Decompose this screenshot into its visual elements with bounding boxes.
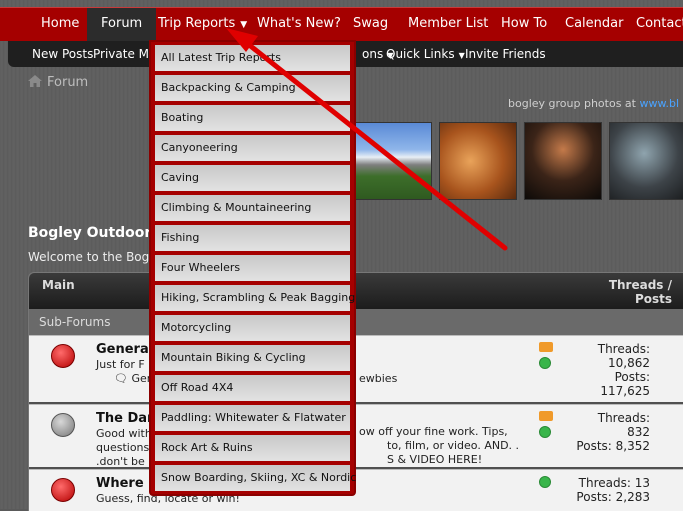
column-main: Main: [42, 278, 75, 292]
forum-stats: Threads: 13 Posts: 2,283: [576, 476, 650, 504]
posts-count: Posts: 2,283: [576, 490, 650, 504]
forum-description-line: .don't be: [96, 455, 145, 468]
forum-description-cont: ow off your fine work. Tips, to, film, or…: [359, 425, 519, 467]
subforums-label: Sub-Forums: [39, 315, 111, 329]
threads-count: 832: [627, 425, 650, 439]
nav-member-list[interactable]: Member List: [408, 8, 488, 41]
dropdown-item-motorcycling[interactable]: Motorcycling: [155, 315, 350, 341]
threads-count: 10,862: [608, 356, 650, 370]
online-icon: [539, 426, 551, 438]
forum-description-line: ow off your fine work. Tips,: [359, 425, 508, 438]
dropdown-item-mountain-biking[interactable]: Mountain Biking & Cycling: [155, 345, 350, 371]
forum-description-line: questions: [96, 441, 150, 454]
nav-whats-new[interactable]: What's New?: [257, 8, 341, 41]
posts-label: Posts:: [614, 370, 650, 384]
table-row: Genera Just for F 🗨 Gen ewbies Threads: 10…: [29, 335, 683, 402]
subnav-quick-links[interactable]: Quick Links ▼: [386, 41, 465, 67]
forum-description: Just for F 🗨 Gen: [96, 358, 154, 386]
nav-calendar[interactable]: Calendar: [565, 8, 623, 41]
column-threads-label: Threads /: [608, 278, 672, 292]
dropdown-item-paddling[interactable]: Paddling: Whitewater & Flatwater: [155, 405, 350, 431]
photo-slot-canyon[interactable]: [439, 122, 517, 200]
home-icon[interactable]: [28, 75, 42, 87]
rss-icon[interactable]: [539, 411, 553, 421]
photo-cave[interactable]: [609, 122, 683, 200]
dropdown-item-four-wheelers[interactable]: Four Wheelers: [155, 255, 350, 281]
forum-description-line: Just for F: [96, 358, 145, 371]
nav-trip-reports-label: Trip Reports: [158, 16, 236, 31]
dropdown-item-off-road[interactable]: Off Road 4X4: [155, 375, 350, 401]
photo-mountains[interactable]: [354, 122, 432, 200]
subnav-quick-links-label: Quick Links: [386, 47, 455, 61]
forum-description-line: to, film, or video. AND. .: [387, 439, 520, 452]
subnav-new-posts[interactable]: New Posts: [32, 41, 93, 67]
subnav-options-label: ons: [362, 47, 384, 61]
dropdown-item-all-latest[interactable]: All Latest Trip Reports: [155, 45, 350, 71]
photo-credit: bogley group photos at www.bl: [508, 97, 679, 110]
column-threads-posts: Threads / Posts: [609, 278, 672, 306]
forum-title-link[interactable]: Where i: [96, 476, 153, 491]
nav-contact[interactable]: Contact: [636, 8, 683, 41]
nav-trip-reports[interactable]: Trip Reports ▼: [158, 8, 247, 41]
welcome-text: Welcome to the Bogle: [28, 250, 160, 264]
forum-stats: Threads: 832 Posts: 8,352: [576, 411, 650, 453]
forum-title-link[interactable]: The Dar: [96, 411, 153, 426]
photo-credit-text: bogley group photos at: [508, 97, 636, 110]
forum-status-icon: [51, 413, 75, 437]
forum-status-icon: [51, 478, 75, 502]
nav-swag[interactable]: Swag: [353, 8, 388, 41]
dropdown-item-rock-art[interactable]: Rock Art & Ruins: [155, 435, 350, 461]
dropdown-item-hiking[interactable]: Hiking, Scrambling & Peak Bagging: [155, 285, 355, 311]
dropdown-item-backpacking[interactable]: Backpacking & Camping: [155, 75, 350, 101]
column-posts-label: Posts: [634, 292, 672, 306]
forum-title-link[interactable]: Genera: [96, 342, 149, 357]
forum-description-line: S & VIDEO HERE!: [387, 453, 483, 466]
posts-count: Posts: 8,352: [576, 439, 650, 453]
forum-description: Good with questions .don't be: [96, 427, 152, 469]
chat-icon: 🗨: [114, 372, 128, 385]
nav-how-to[interactable]: How To: [501, 8, 547, 41]
online-icon: [539, 357, 551, 369]
online-icon: [539, 476, 551, 488]
threads-label: Threads:: [597, 411, 650, 425]
threads-count: Threads: 13: [578, 476, 650, 490]
forum-description-line: Good with: [96, 427, 152, 440]
dropdown-item-caving[interactable]: Caving: [155, 165, 350, 191]
subnav-private-messages[interactable]: Private Me: [93, 41, 156, 67]
dropdown-item-canyoneering[interactable]: Canyoneering: [155, 135, 350, 161]
breadcrumb: Forum: [28, 75, 88, 93]
posts-count: 117,625: [600, 384, 650, 398]
table-row: The Dar Good with questions .don't be ow o…: [29, 404, 683, 469]
photo-night-hiker[interactable]: [524, 122, 602, 200]
main-nav-bar: Home Forum Trip Reports ▼ What's New? Swa…: [0, 7, 683, 41]
threads-label: Threads:: [597, 342, 650, 356]
subnav-invite-friends[interactable]: Invite Friends: [465, 41, 546, 67]
rss-icon[interactable]: [539, 342, 553, 352]
photo-credit-link[interactable]: www.bl: [639, 97, 679, 110]
table-header: Main Threads / Posts: [29, 273, 683, 309]
dropdown-item-fishing[interactable]: Fishing: [155, 225, 350, 251]
nav-home[interactable]: Home: [41, 8, 79, 41]
trip-reports-dropdown: All Latest Trip Reports Backpacking & Ca…: [149, 40, 356, 496]
dropdown-item-snow-boarding[interactable]: Snow Boarding, Skiing, XC & Nordic: [155, 465, 356, 491]
forum-status-icon: [51, 344, 75, 368]
subforums-header: Sub-Forums: [29, 309, 683, 335]
dropdown-item-boating[interactable]: Boating: [155, 105, 350, 131]
nav-forum[interactable]: Forum: [87, 8, 157, 41]
breadcrumb-forum[interactable]: Forum: [47, 75, 88, 90]
forum-stats: Threads: 10,862 Posts: 117,625: [598, 342, 650, 398]
dropdown-item-climbing[interactable]: Climbing & Mountaineering: [155, 195, 350, 221]
chevron-down-icon: ▼: [458, 51, 465, 60]
chevron-down-icon: ▼: [240, 20, 248, 30]
forum-description-cont: ewbies: [359, 372, 398, 385]
page-title: Bogley Outdoor: [28, 225, 152, 241]
